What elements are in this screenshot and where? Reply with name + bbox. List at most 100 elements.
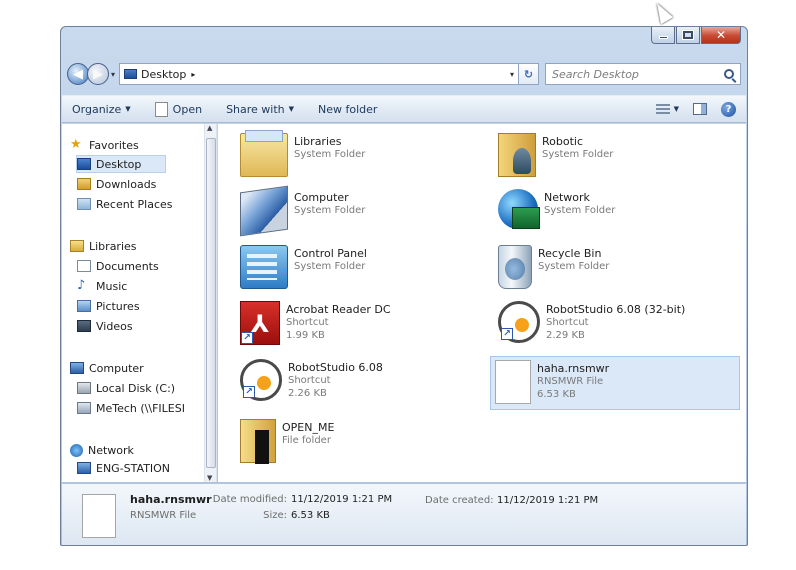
- address-location[interactable]: Desktop: [141, 68, 186, 81]
- item-name: Robotic: [542, 135, 584, 148]
- sidebar-item-music[interactable]: ♪ Music: [77, 277, 127, 295]
- item-robotstudio-32bit[interactable]: ↗ RobotStudio 6.08 (32-bit) Shortcut 2.29 …: [494, 298, 744, 352]
- item-size: 6.53 KB: [537, 389, 576, 400]
- network-globe-icon: [498, 189, 540, 229]
- item-name: Libraries: [294, 135, 342, 148]
- documents-icon: [77, 260, 91, 272]
- address-bar[interactable]: Desktop ▸ ▾: [119, 63, 520, 85]
- search-input[interactable]: [552, 67, 724, 81]
- search-box[interactable]: [545, 63, 741, 85]
- scrollbar-thumb[interactable]: [206, 138, 216, 468]
- minimize-button[interactable]: [651, 27, 675, 44]
- search-icon[interactable]: [724, 69, 734, 79]
- file-list: Libraries System Folder Robotic System Fol…: [218, 124, 746, 482]
- item-name: RobotStudio 6.08: [288, 361, 383, 374]
- item-type: System Folder: [542, 149, 614, 160]
- maximize-button[interactable]: [676, 27, 700, 44]
- network-icon: [70, 443, 83, 457]
- sidebar-item-computer[interactable]: Computer: [70, 359, 144, 377]
- forward-arrow-icon: ▶: [93, 66, 103, 82]
- item-network[interactable]: Network System Folder: [494, 186, 744, 240]
- sidebar-item-network[interactable]: Network: [70, 441, 134, 459]
- navigation-scrollbar[interactable]: ▲ ▼: [204, 124, 216, 482]
- shortcut-arrow-icon: ↗: [243, 386, 255, 398]
- details-values-col: 11/12/2019 1:21 PM 6.53 KB: [291, 492, 421, 524]
- open-button[interactable]: Open: [154, 101, 202, 117]
- preview-pane-button[interactable]: [693, 103, 707, 115]
- chevron-down-icon: ▼: [288, 105, 295, 113]
- item-libraries[interactable]: Libraries System Folder: [236, 130, 486, 184]
- shortcut-arrow-icon: ↗: [241, 332, 253, 344]
- item-open-me[interactable]: OPEN_ME File folder: [236, 416, 486, 470]
- address-dropdown-icon[interactable]: ▾: [510, 70, 514, 79]
- scroll-down-icon[interactable]: ▼: [207, 474, 212, 482]
- control-panel-icon: [240, 245, 288, 289]
- document-icon: [154, 101, 168, 117]
- details-name-col: haha.rnsmwr RNSMWR File: [130, 492, 212, 524]
- sidebar-item-downloads[interactable]: Downloads: [77, 175, 156, 193]
- sidebar-item-recent-places[interactable]: Recent Places: [77, 195, 173, 213]
- item-type: Shortcut: [288, 375, 331, 386]
- item-control-panel[interactable]: Control Panel System Folder: [236, 242, 486, 296]
- organize-button[interactable]: Organize ▼: [72, 103, 131, 116]
- downloads-icon: [77, 178, 91, 190]
- item-computer[interactable]: Computer System Folder: [236, 185, 486, 240]
- explorer-window: ✕ ◀ ▶ ▾ Desktop ▸ ▾ ↻ Organize ▼ Open Sh…: [60, 26, 748, 546]
- date-created-label: Date created:: [425, 495, 494, 506]
- item-name: Acrobat Reader DC: [286, 303, 391, 316]
- item-robotstudio[interactable]: ↗ RobotStudio 6.08 Shortcut 2.26 KB: [236, 356, 486, 410]
- refresh-button[interactable]: ↻: [519, 63, 540, 85]
- sidebar-item-metech[interactable]: MeTech (\\FILESI: [77, 399, 203, 417]
- sidebar-item-local-disk[interactable]: Local Disk (C:): [77, 379, 175, 397]
- item-type: RNSMWR File: [537, 376, 604, 387]
- change-view-button[interactable]: ▼: [655, 103, 679, 115]
- help-button[interactable]: ?: [721, 101, 736, 117]
- sidebar-item-pictures[interactable]: Pictures: [77, 297, 140, 315]
- star-icon: ★: [70, 137, 82, 152]
- item-name: RobotStudio 6.08 (32-bit): [546, 303, 686, 316]
- sidebar-item-desktop[interactable]: Desktop: [76, 155, 166, 173]
- item-recycle-bin[interactable]: Recycle Bin System Folder: [494, 242, 744, 296]
- back-button[interactable]: ◀: [67, 63, 89, 85]
- item-type: System Folder: [294, 205, 366, 216]
- sidebar-item-label: MeTech (\\FILESI: [96, 401, 185, 415]
- sidebar-item-eng-station[interactable]: ENG-STATION: [77, 461, 170, 475]
- views-icon: [655, 103, 670, 115]
- sidebar-item-documents[interactable]: Documents: [77, 257, 159, 275]
- details-file-type: RNSMWR File: [130, 510, 197, 521]
- sidebar-item-label: Favorites: [89, 138, 139, 152]
- recent-places-icon: [77, 198, 91, 210]
- chevron-down-icon: ▼: [125, 105, 131, 113]
- sidebar-item-videos[interactable]: Videos: [77, 317, 133, 335]
- navigation-bar: ◀ ▶ ▾ Desktop ▸ ▾ ↻: [67, 61, 741, 87]
- item-robotic[interactable]: Robotic System Folder: [494, 130, 744, 184]
- sidebar-item-favorites[interactable]: ★ Favorites: [70, 136, 139, 154]
- hard-disk-icon: [77, 382, 91, 394]
- history-dropdown-icon[interactable]: ▾: [111, 70, 115, 79]
- sidebar-item-label: Downloads: [96, 177, 157, 191]
- share-with-button[interactable]: Share with ▼: [226, 103, 294, 116]
- computer-icon: [240, 185, 288, 237]
- scroll-up-icon[interactable]: ▲: [207, 124, 212, 132]
- item-type: Shortcut: [546, 317, 589, 328]
- details-created-col: Date created: 11/12/2019 1:21 PM: [425, 492, 598, 509]
- sidebar-item-label: Pictures: [96, 299, 140, 313]
- sidebar-item-libraries[interactable]: Libraries: [70, 237, 137, 255]
- item-acrobat-reader[interactable]: ↗ Acrobat Reader DCShortcut 1.99 KB: [236, 298, 486, 352]
- shortcut-arrow-icon: ↗: [501, 328, 513, 340]
- item-type: System Folder: [538, 261, 610, 272]
- item-name: Network: [544, 191, 590, 204]
- caption-buttons: ✕: [651, 27, 741, 44]
- new-folder-button[interactable]: New folder: [318, 103, 377, 116]
- item-size: 2.26 KB: [288, 388, 327, 399]
- forward-button[interactable]: ▶: [87, 63, 109, 85]
- size-value: 6.53 KB: [291, 510, 330, 521]
- libraries-icon: [70, 240, 84, 252]
- item-name: haha.rnsmwr: [537, 362, 610, 375]
- date-created-value: 11/12/2019 1:21 PM: [497, 495, 599, 506]
- breadcrumb-arrow-icon[interactable]: ▸: [191, 70, 195, 79]
- back-arrow-icon: ◀: [73, 66, 83, 82]
- item-haha-rnsmwr[interactable]: haha.rnsmwr RNSMWR File 6.53 KB: [490, 356, 740, 410]
- close-button[interactable]: ✕: [701, 27, 741, 44]
- acrobat-reader-icon: ↗: [240, 301, 280, 345]
